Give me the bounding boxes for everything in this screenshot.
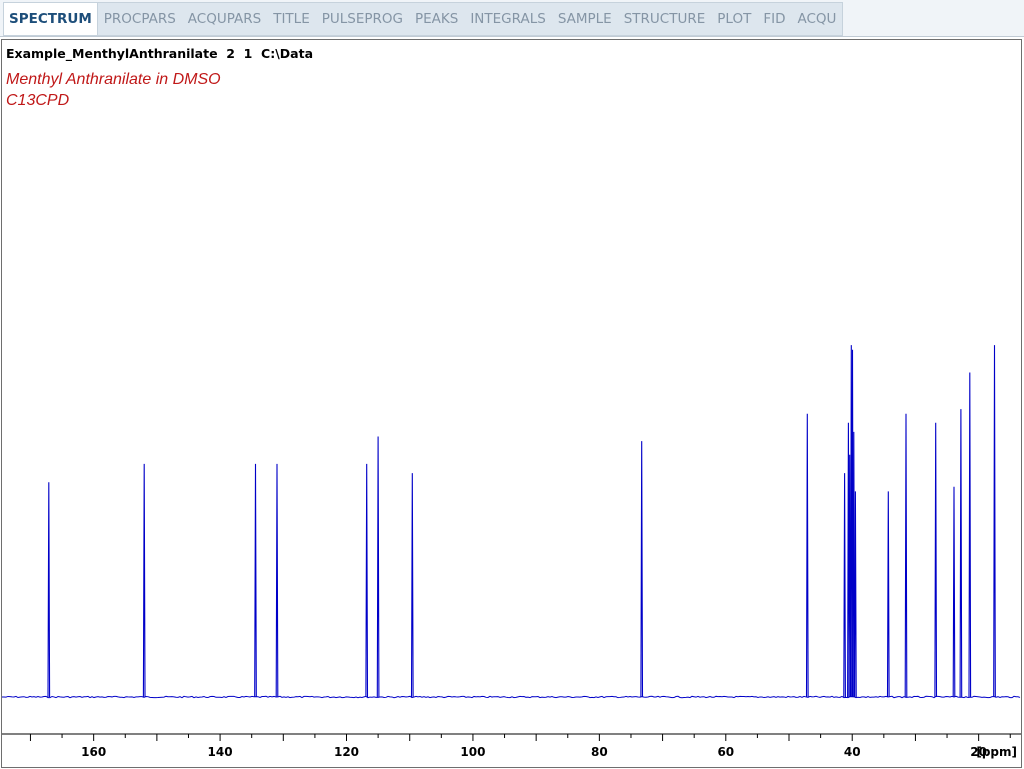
x-axis-tick-label: 100: [460, 745, 485, 759]
spectrum-panel[interactable]: 160 140 120 100 80 60 40 20 [ppm] Example_Menthy…: [1, 39, 1022, 768]
tab-acqupars[interactable]: ACQUPARS: [182, 3, 267, 35]
tab-fid[interactable]: FID: [757, 3, 791, 35]
x-axis-tick-label: 60: [717, 745, 734, 759]
tab-plot[interactable]: PLOT: [711, 3, 757, 35]
tab-acqu[interactable]: ACQU: [791, 3, 842, 35]
x-axis-tick-label: 80: [591, 745, 608, 759]
spectrum-peak: [142, 463, 146, 698]
tab-spectrum[interactable]: SPECTRUM: [4, 3, 98, 35]
spectrum-peak: [959, 409, 963, 698]
spectrum-peak: [275, 463, 279, 698]
tab-pulseprog[interactable]: PULSEPROG: [316, 3, 409, 35]
spectrum-peak: [854, 491, 857, 698]
tab-list: SPECTRUM PROCPARS ACQUPARS TITLE PULSEPROG PE…: [3, 2, 844, 36]
spectrum-peak: [640, 441, 644, 698]
spectrum-peak: [993, 345, 996, 698]
dataset-info: Example_MenthylAnthranilate 2 1 C:\Data: [6, 46, 314, 61]
spectrum-peak: [47, 482, 51, 698]
spectrum-peak: [365, 463, 369, 698]
x-axis-tick-label: 120: [334, 745, 359, 759]
x-axis-tick-label: 140: [208, 745, 233, 759]
spectrum-peak: [968, 372, 972, 698]
tab-title[interactable]: TITLE: [267, 3, 316, 35]
x-axis-unit-label: [ppm]: [976, 745, 1017, 759]
spectrum-peak: [843, 473, 846, 698]
tab-procpars[interactable]: PROCPARS: [98, 3, 182, 35]
spectrum-title-line-2: C13CPD: [6, 92, 70, 109]
spectrum-peak: [904, 413, 908, 698]
spectrum-peak: [886, 491, 890, 698]
spectrum-peak: [952, 486, 956, 698]
tab-peaks[interactable]: PEAKS: [409, 3, 464, 35]
spectrum-peak: [254, 463, 257, 698]
spectrum-plot[interactable]: 160 140 120 100 80 60 40 20[ppm]: [2, 40, 1021, 767]
x-axis-tick-label: 160: [81, 745, 106, 759]
spectrum-title-line-1: Menthyl Anthranilate in DMSO: [6, 71, 221, 88]
spectrum-baseline: [2, 695, 1021, 699]
spectrum-peak: [934, 422, 938, 698]
tab-integrals[interactable]: INTEGRALS: [464, 3, 551, 35]
spectrum-peak: [410, 473, 414, 698]
spectrum-peak: [376, 436, 380, 698]
tab-bar: SPECTRUM PROCPARS ACQUPARS TITLE PULSEPROG PE…: [0, 0, 1024, 37]
tab-sample[interactable]: SAMPLE: [552, 3, 618, 35]
x-axis-tick-label: 40: [844, 745, 861, 759]
spectrum-peak: [805, 413, 809, 698]
tab-structure[interactable]: STRUCTURE: [618, 3, 712, 35]
